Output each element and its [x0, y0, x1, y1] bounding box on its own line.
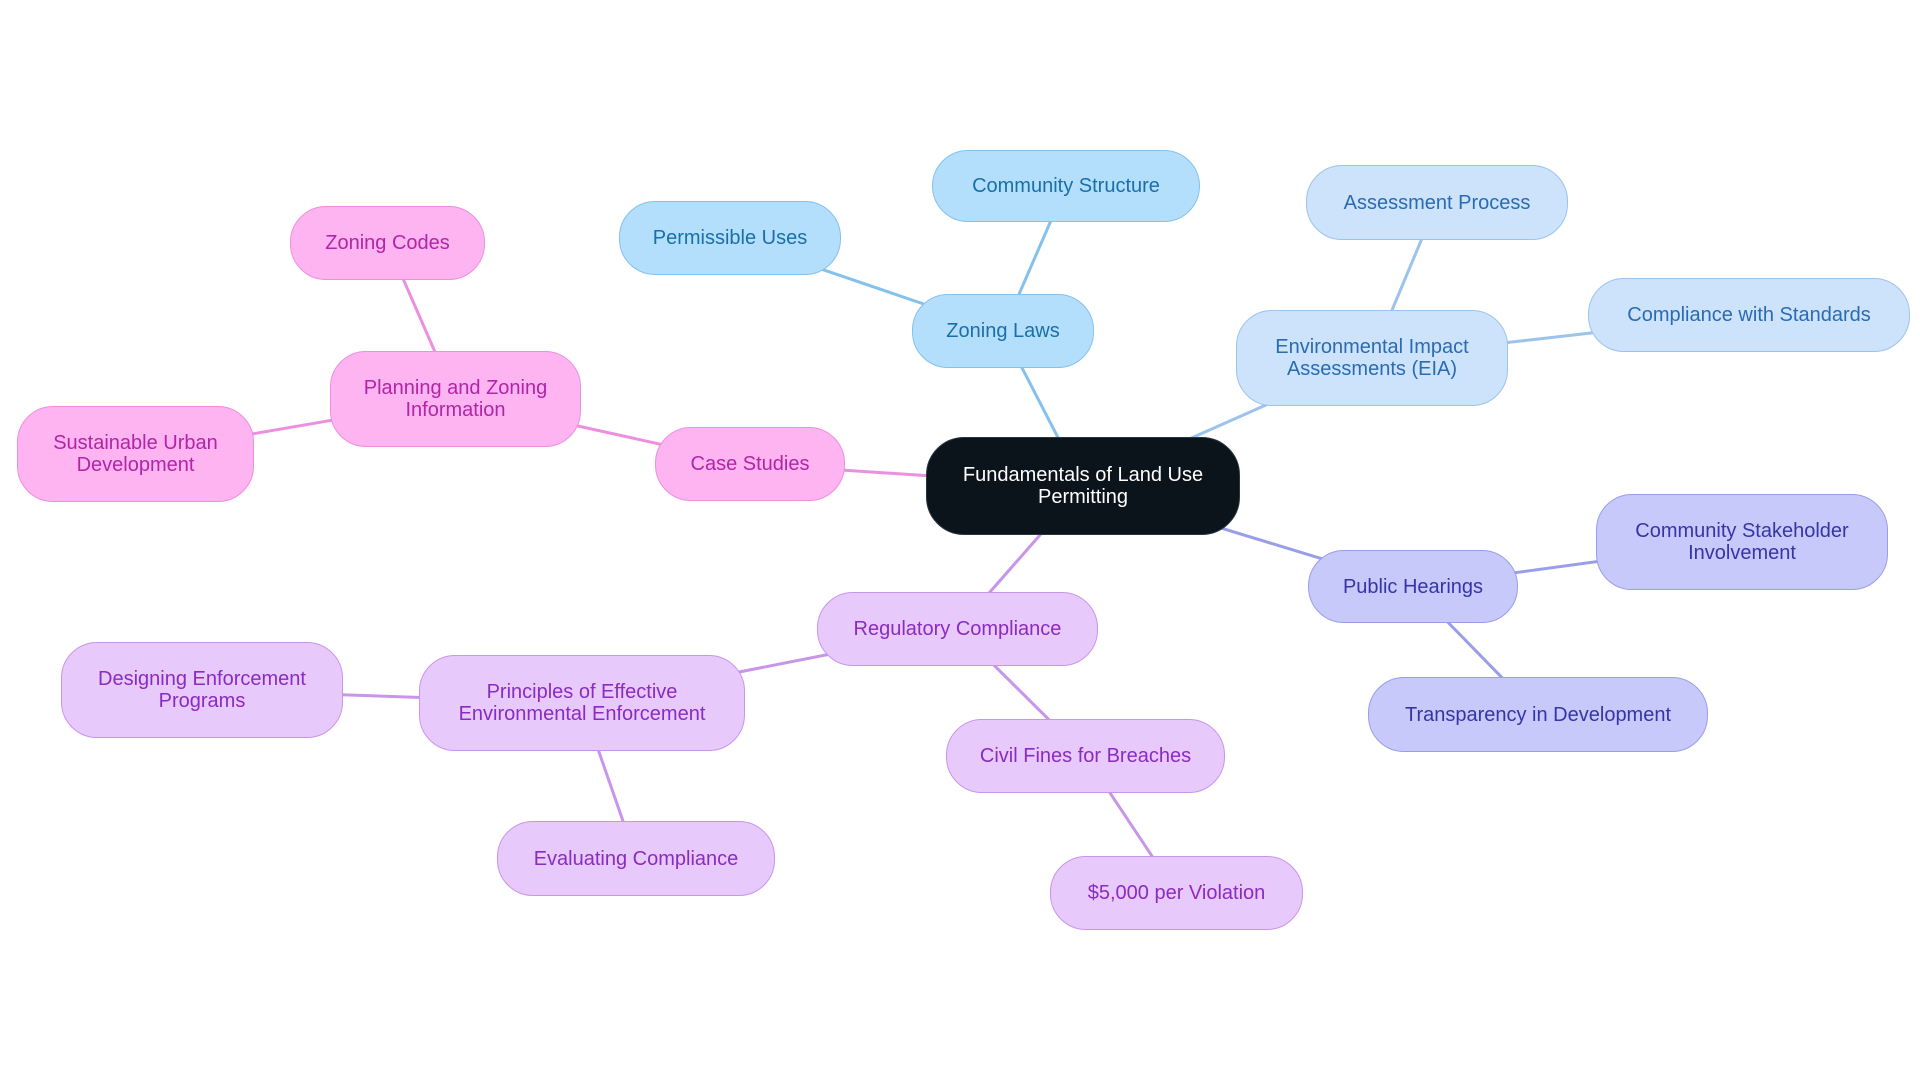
node-principles-of-effective-environmental-enforcement[interactable]: Principles of Effective Environmental En…: [419, 655, 745, 751]
node-designing-enforcement-programs[interactable]: Designing Enforcement Programs: [61, 642, 343, 738]
node-community-structure[interactable]: Community Structure: [932, 150, 1200, 222]
node-civil-fines-for-breaches[interactable]: Civil Fines for Breaches: [946, 719, 1225, 793]
node-transparency-in-development[interactable]: Transparency in Development: [1368, 677, 1708, 752]
node-regulatory-compliance[interactable]: Regulatory Compliance: [817, 592, 1098, 666]
node-case-studies[interactable]: Case Studies: [655, 427, 845, 501]
node-compliance-with-standards[interactable]: Compliance with Standards: [1588, 278, 1910, 352]
node-evaluating-compliance[interactable]: Evaluating Compliance: [497, 821, 775, 896]
node-zoning-laws[interactable]: Zoning Laws: [912, 294, 1094, 368]
node-environmental-impact-assessments[interactable]: Environmental Impact Assessments (EIA): [1236, 310, 1508, 406]
node-community-stakeholder-involvement[interactable]: Community Stakeholder Involvement: [1596, 494, 1888, 590]
node-public-hearings[interactable]: Public Hearings: [1308, 550, 1518, 623]
node-planning-and-zoning-information[interactable]: Planning and Zoning Information: [330, 351, 581, 447]
node-5000-per-violation[interactable]: $5,000 per Violation: [1050, 856, 1303, 930]
node-sustainable-urban-development[interactable]: Sustainable Urban Development: [17, 406, 254, 502]
node-permissible-uses[interactable]: Permissible Uses: [619, 201, 841, 275]
node-zoning-codes[interactable]: Zoning Codes: [290, 206, 485, 280]
root-node[interactable]: Fundamentals of Land Use Permitting: [926, 437, 1240, 535]
node-assessment-process[interactable]: Assessment Process: [1306, 165, 1568, 240]
